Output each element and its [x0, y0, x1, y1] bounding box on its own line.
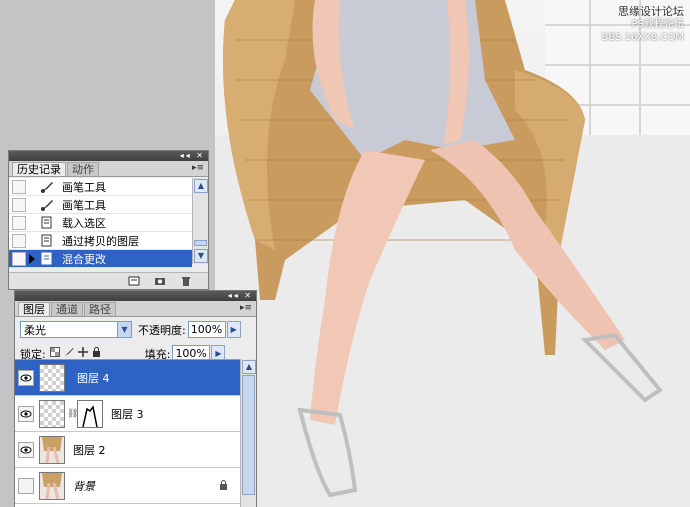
opacity-input[interactable]: 100%: [187, 321, 226, 338]
history-source-checkbox[interactable]: [12, 233, 26, 248]
history-item[interactable]: 画笔工具: [9, 196, 192, 214]
new-document-from-state-icon[interactable]: [128, 276, 140, 286]
panel-collapse-close-icon[interactable]: ◂◂ ✕: [228, 291, 253, 301]
snapshot-camera-icon[interactable]: [154, 276, 166, 286]
tab-actions[interactable]: 动作: [67, 162, 99, 176]
history-item[interactable]: 画笔工具: [9, 178, 192, 196]
trash-icon[interactable]: [180, 276, 192, 286]
history-panel: ◂◂ ✕ 历史记录 动作 ▸≡ 画笔工具 画笔工具 载入选区 通过拷贝的图层 混…: [8, 150, 209, 290]
panel-menu-icon[interactable]: ▸≡: [240, 303, 252, 313]
layer-name: 图层 2: [73, 443, 106, 457]
history-footer: [9, 272, 208, 289]
layer-list: 图层 4 ⛓ 图层 3 图层 2 背景: [15, 359, 240, 507]
layer-mask-thumbnail[interactable]: [77, 399, 103, 428]
history-source-checkbox[interactable]: [12, 197, 26, 212]
scroll-thumb[interactable]: [242, 375, 255, 495]
document-icon: [40, 216, 54, 230]
scroll-up-icon[interactable]: ▲: [194, 179, 208, 193]
blend-opacity-row: 柔光 ▼ 不透明度: 100% ▶: [15, 319, 256, 340]
layer-thumbnail: [39, 471, 65, 500]
layer-name: 图层 4: [77, 371, 110, 385]
scroll-thumb[interactable]: [194, 240, 207, 246]
layer-name: 背景: [73, 479, 95, 493]
tab-layers[interactable]: 图层: [18, 302, 50, 316]
history-state-marker-icon: [29, 254, 35, 264]
layer-thumbnail: [39, 363, 65, 392]
layer-row-background[interactable]: 背景: [15, 468, 240, 504]
brush-icon: [40, 180, 54, 194]
lock-icon: [219, 480, 228, 493]
layers-panel: ◂◂ ✕ 图层 通道 路径 ▸≡ 柔光 ▼ 不透明度: 100% ▶ 锁定: 填…: [14, 290, 257, 507]
history-source-checkbox[interactable]: [12, 179, 26, 194]
layer-thumbnail: [39, 399, 65, 428]
tab-paths[interactable]: 路径: [84, 302, 116, 316]
eye-icon[interactable]: [18, 369, 34, 386]
layers-scrollbar[interactable]: ▲: [240, 359, 256, 507]
panel-menu-icon[interactable]: ▸≡: [192, 163, 204, 173]
watermark-line3: BBS.16XX8.COM: [601, 32, 684, 43]
history-scrollbar[interactable]: ▲ ▼: [192, 178, 208, 264]
scroll-down-icon[interactable]: ▼: [194, 249, 208, 263]
opacity-slider-arrow-icon[interactable]: ▶: [226, 321, 241, 338]
eye-icon[interactable]: [18, 441, 34, 458]
document-icon: [40, 252, 54, 266]
document-icon: [40, 234, 54, 248]
tab-channels[interactable]: 通道: [51, 302, 83, 316]
history-source-checkbox[interactable]: [12, 215, 26, 230]
layer-row-selected[interactable]: 图层 4: [15, 360, 240, 396]
blend-mode-select[interactable]: 柔光 ▼: [20, 321, 132, 338]
history-item[interactable]: 载入选区: [9, 214, 192, 232]
history-item-selected[interactable]: 混合更改: [9, 250, 192, 268]
history-list: 画笔工具 画笔工具 载入选区 通过拷贝的图层 混合更改: [9, 178, 192, 268]
history-item-label: 画笔工具: [62, 198, 106, 212]
layer-thumbnail: [39, 435, 65, 464]
layers-panel-titlebar[interactable]: ◂◂ ✕: [15, 291, 256, 301]
history-item[interactable]: 通过拷贝的图层: [9, 232, 192, 250]
visibility-toggle-empty[interactable]: [18, 477, 34, 494]
scroll-up-icon[interactable]: ▲: [242, 360, 256, 374]
watermark-line1: 思缘设计论坛: [618, 5, 684, 18]
opacity-label: 不透明度:: [138, 323, 186, 337]
chain-link-icon[interactable]: ⛓: [67, 409, 78, 419]
history-item-label: 画笔工具: [62, 180, 106, 194]
canvas-photo[interactable]: 思缘设计论坛 PS教程论坛 BBS.16XX8.COM: [215, 0, 690, 507]
layer-row[interactable]: ⛓ 图层 3: [15, 396, 240, 432]
history-item-label: 载入选区: [62, 216, 106, 230]
layers-panel-tabs: 图层 通道 路径 ▸≡: [15, 301, 256, 317]
tab-history[interactable]: 历史记录: [12, 162, 66, 176]
photo-illustration: [215, 0, 690, 507]
layer-name: 图层 3: [111, 407, 144, 421]
eye-icon[interactable]: [18, 405, 34, 422]
history-panel-tabs: 历史记录 动作 ▸≡: [9, 161, 208, 177]
blend-mode-value: 柔光: [24, 323, 46, 337]
panel-collapse-close-icon[interactable]: ◂◂ ✕: [180, 151, 205, 161]
watermark-line2: PS教程论坛: [631, 19, 684, 30]
chevron-down-icon[interactable]: ▼: [117, 322, 131, 337]
watermark: 思缘设计论坛 PS教程论坛 BBS.16XX8.COM: [601, 5, 684, 44]
history-source-checkbox[interactable]: [12, 251, 26, 266]
history-item-label: 混合更改: [62, 252, 106, 266]
layer-row[interactable]: 图层 2: [15, 432, 240, 468]
history-panel-titlebar[interactable]: ◂◂ ✕: [9, 151, 208, 161]
history-item-label: 通过拷贝的图层: [62, 234, 139, 248]
brush-icon: [40, 198, 54, 212]
